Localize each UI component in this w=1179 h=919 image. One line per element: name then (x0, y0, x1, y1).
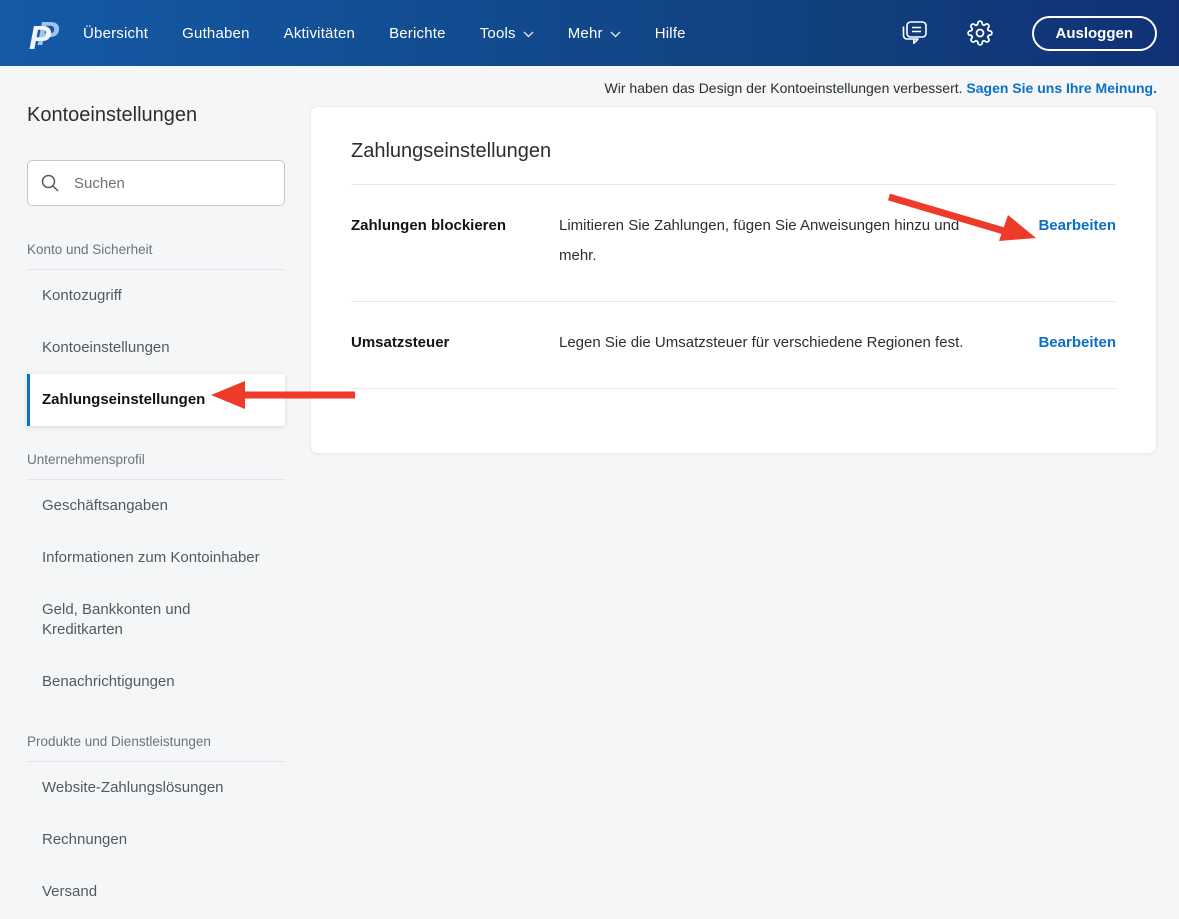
sidebar-item-kontoeinstellungen[interactable]: Kontoeinstellungen (27, 322, 285, 374)
chevron-down-icon (610, 31, 621, 38)
sidebar-item-kontozugriff[interactable]: Kontozugriff (27, 270, 285, 322)
section-header-konto-und-sicherheit: Konto und Sicherheit (27, 242, 285, 270)
sidebar-item-label: Versand (42, 882, 97, 902)
sidebar-item-versand[interactable]: Versand (27, 866, 285, 918)
search-icon (40, 173, 60, 193)
notice-text: Wir haben das Design der Kontoeinstellun… (605, 80, 967, 96)
nav-item-berichte[interactable]: Berichte (389, 25, 446, 42)
gear-icon[interactable] (966, 20, 994, 46)
paypal-logo-icon[interactable]: P P (25, 10, 65, 56)
paypal-account-settings-page: P P Übersicht Guthaben Aktivitäten Beric… (0, 0, 1179, 919)
top-navbar: P P Übersicht Guthaben Aktivitäten Beric… (0, 0, 1179, 66)
feedback-link[interactable]: Sagen Sie uns Ihre Meinung. (966, 80, 1157, 96)
sidebar-item-website-zahlungsloesungen[interactable]: Website-Zahlungslösungen (27, 762, 285, 814)
sidebar-item-label: Kontozugriff (42, 286, 122, 306)
nav-item-label: Guthaben (182, 25, 250, 42)
logout-button[interactable]: Ausloggen (1032, 16, 1158, 51)
sidebar-item-label: Kontoeinstellungen (42, 338, 170, 358)
settings-row-zahlungen-blockieren: Zahlungen blockieren Limitieren Sie Zahl… (351, 185, 1116, 302)
sidebar-item-geschaeftsangaben[interactable]: Geschäftsangaben (27, 480, 285, 532)
nav-item-label: Mehr (568, 25, 603, 42)
nav-item-label: Übersicht (83, 25, 148, 42)
row-label: Umsatzsteuer (351, 332, 559, 354)
sidebar-search[interactable] (27, 160, 285, 206)
settings-sidebar: Kontoeinstellungen Konto und Sicherheit … (27, 104, 285, 918)
row-label: Zahlungen blockieren (351, 215, 559, 237)
nav-item-hilfe[interactable]: Hilfe (655, 25, 686, 42)
nav-item-aktivitaeten[interactable]: Aktivitäten (284, 25, 355, 42)
nav-item-label: Hilfe (655, 25, 686, 42)
settings-row-umsatzsteuer: Umsatzsteuer Legen Sie die Umsatzsteuer … (351, 302, 1116, 389)
sidebar-item-label: Informationen zum Kontoinhaber (42, 548, 260, 568)
sidebar-item-label: Rechnungen (42, 830, 127, 850)
section-header-produkte-und-dienstleistungen: Produkte und Dienstleistungen (27, 734, 285, 762)
sidebar-item-label: Geld, Bankkonten und Kreditkarten (42, 600, 266, 640)
redesign-notice: Wir haben das Design der Kontoeinstellun… (605, 80, 1157, 96)
nav-item-mehr[interactable]: Mehr (568, 25, 621, 42)
navbar-right-controls: Ausloggen (900, 16, 1158, 51)
row-description: Limitieren Sie Zahlungen, fügen Sie Anwe… (559, 211, 971, 271)
nav-item-label: Berichte (389, 25, 446, 42)
messages-icon[interactable] (900, 20, 928, 46)
nav-item-uebersicht[interactable]: Übersicht (83, 25, 148, 42)
nav-item-guthaben[interactable]: Guthaben (182, 25, 250, 42)
row-description: Legen Sie die Umsatzsteuer für verschied… (559, 328, 971, 358)
sidebar-item-zahlungseinstellungen[interactable]: Zahlungseinstellungen (27, 374, 285, 426)
sidebar-item-geld-bankkonten-kreditkarten[interactable]: Geld, Bankkonten und Kreditkarten (27, 584, 285, 656)
page-title: Kontoeinstellungen (27, 104, 285, 127)
sidebar-item-informationen-zum-kontoinhaber[interactable]: Informationen zum Kontoinhaber (27, 532, 285, 584)
svg-text:P: P (29, 19, 52, 56)
bearbeiten-link-umsatzsteuer[interactable]: Bearbeiten (1038, 332, 1116, 354)
sidebar-item-label: Website-Zahlungslösungen (42, 778, 224, 798)
sidebar-item-benachrichtigungen[interactable]: Benachrichtigungen (27, 656, 285, 708)
bearbeiten-link-zahlungen-blockieren[interactable]: Bearbeiten (1038, 215, 1116, 237)
sidebar-item-label: Benachrichtigungen (42, 672, 175, 692)
zahlungseinstellungen-card: Zahlungseinstellungen Zahlungen blockier… (310, 106, 1157, 454)
sidebar-item-label: Geschäftsangaben (42, 496, 168, 516)
sidebar-item-rechnungen[interactable]: Rechnungen (27, 814, 285, 866)
card-title: Zahlungseinstellungen (351, 107, 1116, 185)
nav-item-label: Aktivitäten (284, 25, 355, 42)
primary-nav: Übersicht Guthaben Aktivitäten Berichte … (83, 25, 686, 42)
nav-item-label: Tools (480, 25, 516, 42)
nav-item-tools[interactable]: Tools (480, 25, 534, 42)
section-header-unternehmensprofil: Unternehmensprofil (27, 452, 285, 480)
chevron-down-icon (523, 31, 534, 38)
sidebar-item-label: Zahlungseinstellungen (42, 390, 205, 410)
search-input[interactable] (74, 175, 273, 192)
